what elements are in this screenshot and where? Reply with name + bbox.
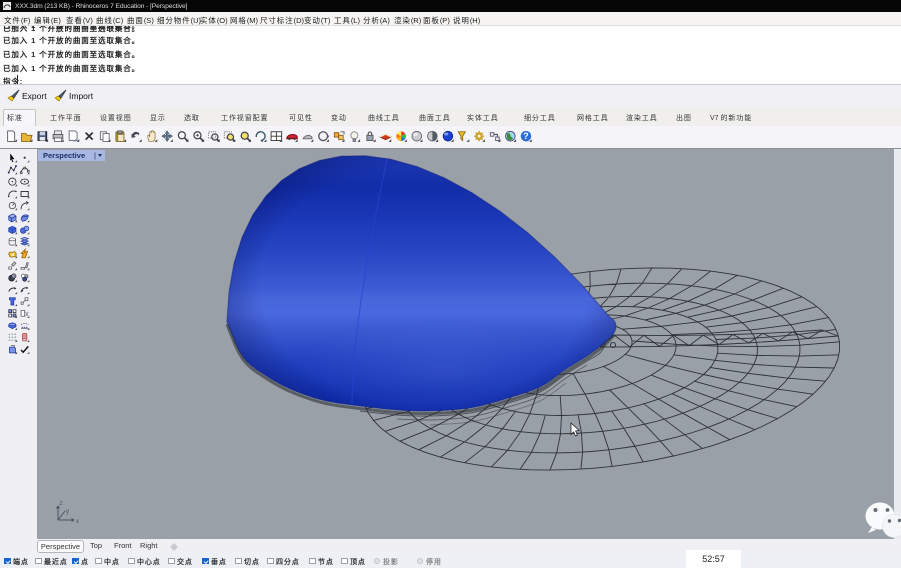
svg-text:?: ? xyxy=(523,131,528,141)
svg-text:y: y xyxy=(66,509,69,515)
svg-text:x: x xyxy=(76,519,79,525)
svg-text:z: z xyxy=(60,501,63,507)
